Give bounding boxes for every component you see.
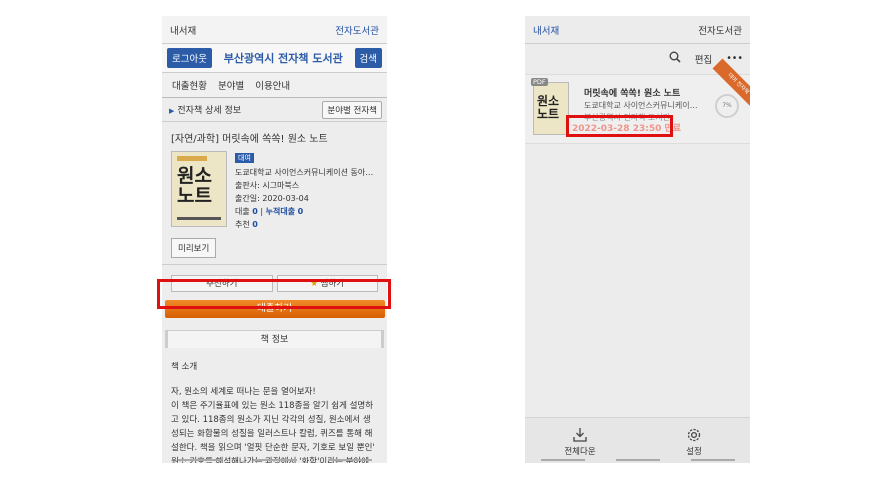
- cover-title: 원소 노트: [537, 94, 560, 121]
- section-header: ▶ 전자책 상세 정보 분야별 전자책: [162, 98, 387, 122]
- loan-stats: 대출 0 | 누적대출 0: [235, 207, 304, 216]
- borrow-button[interactable]: 대출하기: [164, 300, 385, 318]
- bottom-nav: 전체다운 설정: [525, 417, 750, 463]
- cover-title: 원소 노트: [177, 165, 212, 207]
- preview-button[interactable]: 미리보기: [171, 238, 217, 258]
- tab-book-info[interactable]: 책 정보: [165, 330, 384, 348]
- library-detail-screen: 내서재 전자도서관 로그아웃 부산광역시 전자책 도서관 검색 대출현황 분야별…: [162, 16, 387, 463]
- book-intro: 책 소개 자, 원소의 세계로 떠나는 문을 열어보자! 이 책은 주기율표에 …: [162, 348, 387, 463]
- nav-loan-status[interactable]: 대출현황: [172, 78, 207, 92]
- section-title: 전자책 상세 정보: [177, 106, 242, 116]
- top-bar: 내서재 전자도서관: [525, 16, 750, 44]
- e-library-link[interactable]: 전자도서관: [335, 23, 379, 37]
- intro-line: 자, 원소의 세계로 떠나는 문을 열어보자!: [171, 387, 316, 397]
- search-icon[interactable]: [669, 51, 681, 66]
- settings-button[interactable]: 설정: [669, 427, 719, 457]
- author: 도쿄대학교 사이언스커뮤니케이션 동아...: [584, 101, 704, 110]
- recommend-button[interactable]: 추천하기: [171, 275, 273, 292]
- edit-button[interactable]: 편집: [695, 52, 712, 66]
- star-icon: ★: [310, 279, 318, 289]
- search-button[interactable]: 검색: [354, 48, 382, 68]
- cover-decoration: [177, 217, 221, 220]
- my-shelf-link[interactable]: 내서재: [170, 23, 196, 37]
- book-summary: 원소 노트 대여 도쿄대학교 사이언스커뮤니케이션 동아리 ... 출판사: 시그…: [162, 149, 387, 231]
- book-title: 머릿속에 쏙쏙! 원소 노트: [584, 89, 681, 99]
- my-shelf-link[interactable]: 내서재: [533, 23, 559, 37]
- intro-line: 이 책은 주기율표에 있는 원소 118종을 알기 쉽게 설명하: [171, 401, 374, 411]
- book-cover[interactable]: 원소 노트: [171, 151, 227, 227]
- pdf-badge: PDF: [531, 78, 548, 86]
- favorite-button[interactable]: ★ 찜하기: [276, 275, 378, 292]
- nav-category[interactable]: 분야별: [218, 78, 244, 92]
- intro-line: 성되는 화합물의 성질을 일러스트나 칼럼, 퀴즈를 통해 해: [171, 429, 373, 439]
- due-date: 2022-03-28 23:50 만료: [572, 124, 682, 134]
- intro-line: 설한다. 책을 읽으며 '얼핏 단순한 문자, 기호로 보일 뿐인': [171, 443, 375, 453]
- library-title: 부산광역시 전자책 도서관: [223, 52, 343, 65]
- book-cover: 원소 노트: [533, 82, 569, 135]
- triangle-icon: ▶: [169, 107, 175, 115]
- more-icon[interactable]: •••: [726, 53, 743, 64]
- progress-ring: 7%: [715, 94, 739, 118]
- intro-title: 책 소개: [171, 362, 198, 372]
- recommend-count: 0: [252, 220, 258, 229]
- my-shelf-screen: 내서재 전자도서관 편집 ••• 원소 노트 PDF 머릿속에 쏙쏙! 원소 노트…: [525, 16, 750, 463]
- author: 도쿄대학교 사이언스커뮤니케이션 동아리 ...: [235, 168, 379, 177]
- main-nav: 대출현황 분야별 이용안내: [162, 72, 387, 98]
- cover-decoration: [177, 156, 207, 161]
- intro-line: 고 있다. 118종의 원소가 지닌 각각의 성질, 원소에서 생: [171, 415, 371, 425]
- download-icon: [573, 428, 587, 442]
- nav-guide[interactable]: 이용안내: [255, 78, 290, 92]
- gear-icon: [687, 428, 701, 442]
- pub-date: 출간일: 2020-03-04: [235, 194, 309, 203]
- e-library-link[interactable]: 전자도서관: [698, 23, 742, 37]
- gesture-bar: [525, 457, 750, 463]
- recommend-stats: 추천 0: [235, 220, 258, 229]
- cumulative-count: 0: [297, 207, 304, 216]
- publisher: 출판사: 시그마북스: [235, 181, 300, 190]
- cumulative-label: 누적대출: [265, 207, 296, 216]
- download-all-button[interactable]: 전체다운: [555, 427, 605, 457]
- shelf-book-item[interactable]: 원소 노트 PDF 머릿속에 쏙쏙! 원소 노트 도쿄대학교 사이언스커뮤니케이션…: [525, 58, 750, 144]
- book-meta: 대여 도쿄대학교 사이언스커뮤니케이션 동아리 ... 출판사: 시그마북스 출…: [235, 151, 379, 231]
- logout-button[interactable]: 로그아웃: [167, 48, 212, 68]
- category-ebook-button[interactable]: 분야별 전자책: [322, 100, 382, 119]
- action-buttons: 추천하기 ★ 찜하기: [162, 264, 387, 292]
- library-header: 로그아웃 부산광역시 전자책 도서관 검색: [162, 44, 387, 72]
- rental-badge: 대여: [235, 153, 254, 163]
- book-title: [자연/과학] 머릿속에 쏙쏙! 원소 노트: [171, 134, 328, 145]
- top-bar: 내서재 전자도서관: [162, 16, 387, 44]
- gesture-bar: [162, 457, 387, 463]
